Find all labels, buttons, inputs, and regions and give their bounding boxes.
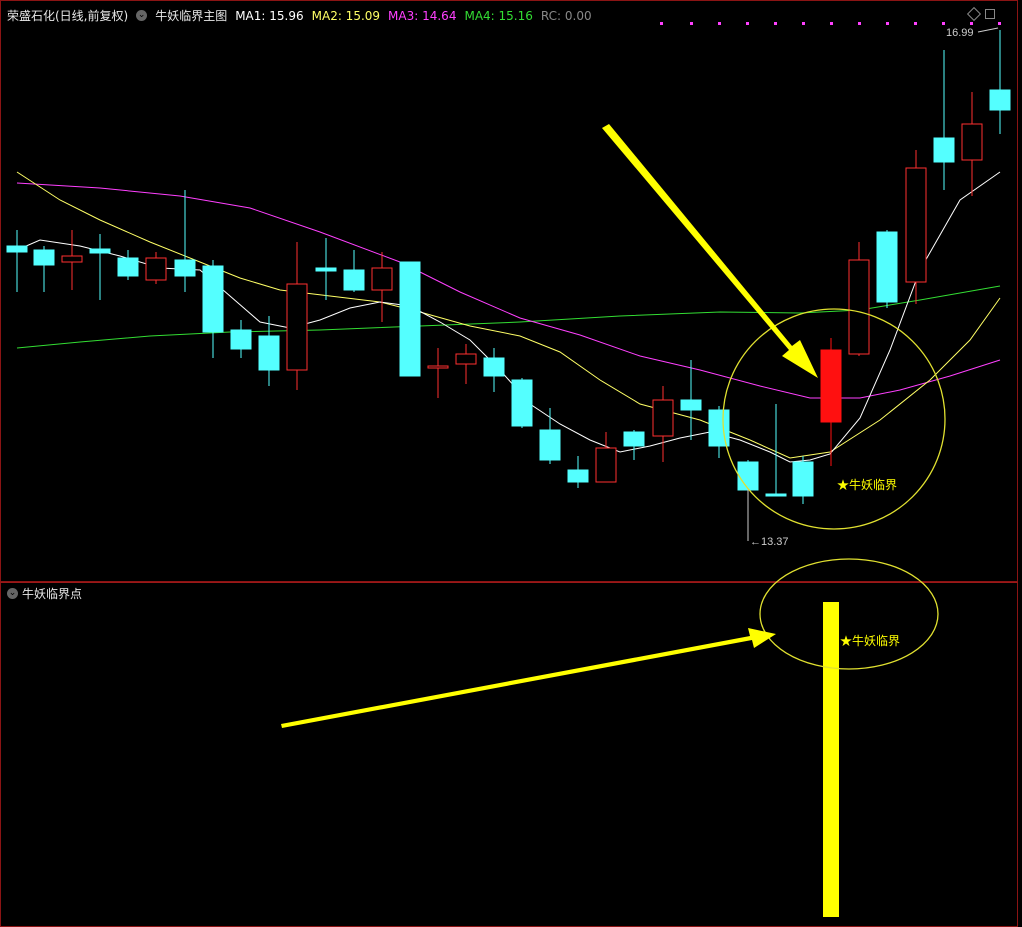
candle-body[interactable] [848,259,870,355]
candle-body[interactable] [905,167,927,283]
candle-body[interactable] [117,257,139,277]
candle-body[interactable] [567,469,589,483]
candle-body[interactable] [623,431,645,447]
candle-body[interactable] [792,461,814,497]
candle-body[interactable] [765,493,787,497]
candle-body[interactable] [230,329,252,350]
candle-body[interactable] [61,255,83,263]
candle-body[interactable] [399,261,421,377]
chart-canvas: ←13.37 16.99 ★牛妖临界 ★牛妖临界 [6,22,1011,917]
signal-candle[interactable] [820,349,842,423]
candle-body[interactable] [315,267,337,272]
candle-body[interactable] [33,249,55,266]
candle-body[interactable] [145,257,167,281]
high-price-label: 16.99 [946,27,974,39]
low-price-label: ←13.37 [750,536,789,548]
candle-body[interactable] [258,335,280,371]
candle-body[interactable] [511,379,533,427]
signal-label-main: ★牛妖临界 [837,477,897,492]
candle-body[interactable] [737,461,759,491]
candle-body[interactable] [174,259,196,277]
signal-circle-sub [759,558,939,670]
candle-body[interactable] [680,399,702,411]
candle-body[interactable] [989,89,1011,111]
candle-body[interactable] [876,231,898,303]
arrow-main [602,124,818,378]
candle-body[interactable] [343,269,365,291]
candle-body[interactable] [89,248,111,254]
signal-label-sub: ★牛妖临界 [840,633,900,648]
arrow-sub [281,628,776,728]
high-marker-line [977,27,999,33]
candle-body[interactable] [708,409,730,447]
candle-body[interactable] [483,357,505,377]
candle-body[interactable] [961,123,983,161]
candle-body[interactable] [455,353,477,365]
candle-body[interactable] [286,283,308,371]
candle-body[interactable] [6,245,28,253]
candle-body[interactable] [652,399,674,437]
candle-body[interactable] [933,137,955,163]
top-signal-dots [660,22,1001,25]
candle-body[interactable] [371,267,393,291]
candle-body[interactable] [595,447,617,483]
candle-body[interactable] [202,265,224,333]
signal-bar [823,602,839,917]
candle-body[interactable] [539,429,561,461]
candle-body[interactable] [427,365,449,369]
